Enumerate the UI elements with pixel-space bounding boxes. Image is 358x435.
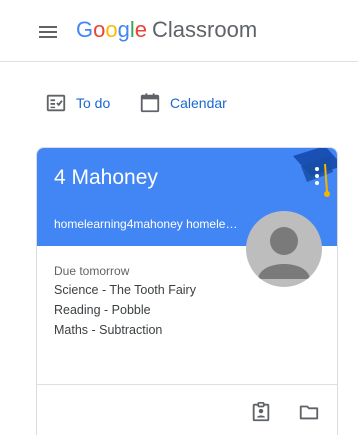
brand-letter-1: G	[76, 17, 94, 42]
class-nav-row: To do Calendar	[0, 86, 358, 120]
brand-letter-3: o	[105, 17, 118, 42]
top-app-bar: Google Classroom	[0, 0, 358, 62]
assignment-link[interactable]: Reading - Pobble	[54, 300, 254, 320]
brand-letter-4: g	[117, 17, 130, 42]
todo-label: To do	[76, 95, 111, 111]
assignment-checklist-icon	[44, 91, 68, 115]
teacher-avatar	[246, 211, 322, 287]
class-section[interactable]: homelearning4mahoney homelearning4mahone…	[54, 216, 244, 232]
card-divider	[37, 384, 337, 385]
calendar-link[interactable]: Calendar	[138, 86, 227, 120]
folder-icon[interactable]	[297, 400, 321, 424]
due-work-list: Due tomorrow Science - The Tooth Fairy R…	[54, 262, 254, 340]
todo-link[interactable]: To do	[44, 86, 110, 120]
brand-letter-2: o	[93, 17, 106, 42]
hamburger-menu-icon[interactable]	[36, 20, 60, 44]
calendar-label: Calendar	[170, 95, 227, 111]
assignment-link[interactable]: Maths - Subtraction	[54, 320, 254, 340]
brand-product-name: Classroom	[152, 17, 258, 42]
class-card[interactable]: 4 Mahoney homelearning4mahoney homelearn…	[36, 147, 338, 435]
brand-letter-6: e	[134, 17, 148, 42]
class-name-link[interactable]: 4 Mahoney	[54, 163, 158, 193]
calendar-icon	[138, 91, 162, 115]
more-options-icon[interactable]	[309, 164, 325, 188]
google-classroom-logo[interactable]: Google Classroom	[76, 15, 257, 45]
due-label: Due tomorrow	[54, 264, 130, 278]
assigned-work-icon[interactable]	[249, 400, 273, 424]
assignment-link[interactable]: Science - The Tooth Fairy	[54, 280, 254, 300]
